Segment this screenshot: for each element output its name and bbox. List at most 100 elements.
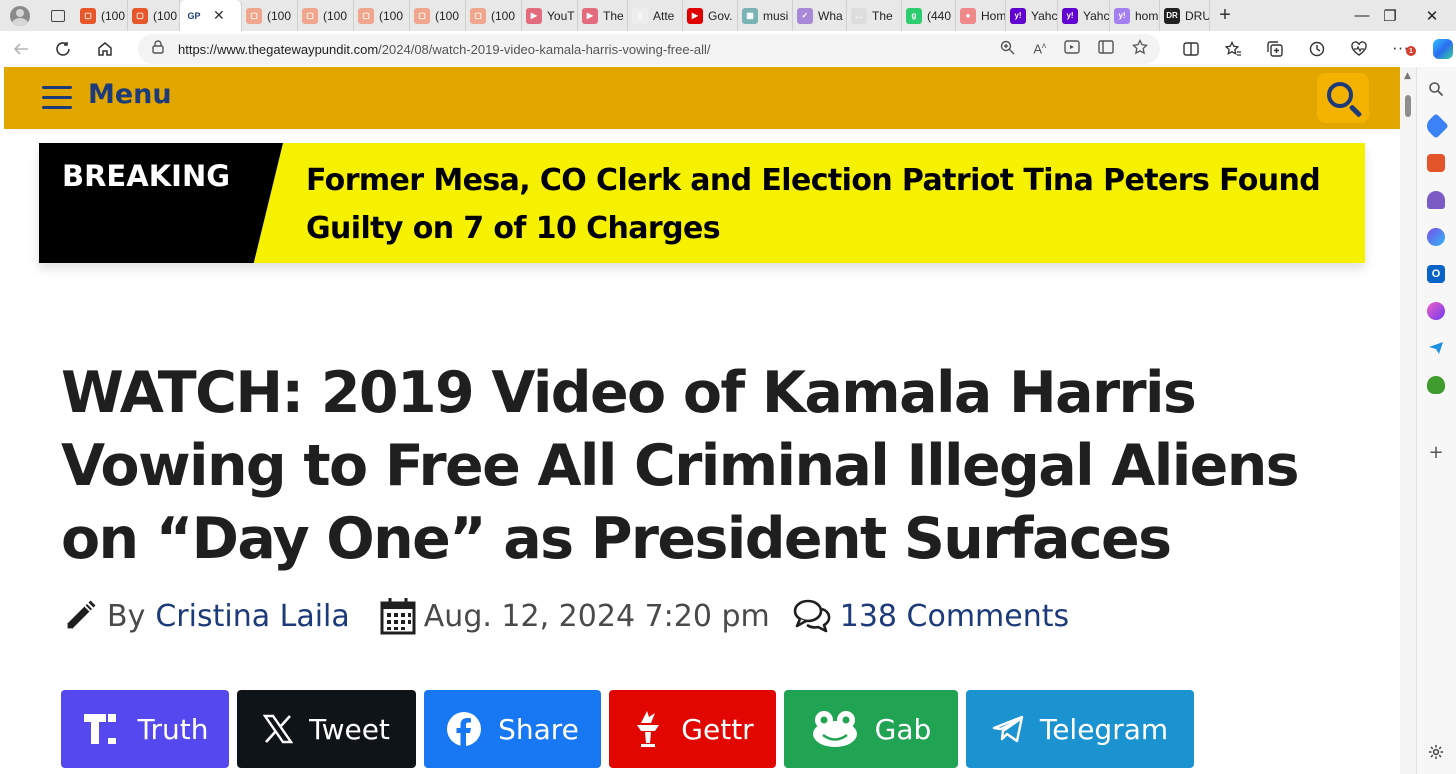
copilot-button[interactable] [1422,31,1456,67]
tab-title: musi [763,8,789,23]
app-available-icon[interactable] [1098,40,1114,58]
tab-title: (100 [491,8,516,23]
tab-title: Atte [653,8,675,23]
share-button-gettr[interactable]: Gettr [609,690,776,768]
address-bar[interactable]: https://www.thegatewaypundit.com/2024/08… [138,34,1160,64]
comments-link[interactable]: 138 Comments [840,599,1069,634]
refresh-icon [56,42,70,56]
browser-tab[interactable]: y! Yahc [1006,0,1058,31]
browser-tab[interactable]: ▢ (100 [128,0,180,31]
tab-favicon-icon: GP [186,7,202,24]
settings-more-button[interactable]: ··· 1 [1380,31,1422,67]
gettr-icon [631,709,665,749]
tools-briefcase-icon[interactable] [1427,154,1445,172]
tab-actions-icon [51,9,65,22]
browser-tab[interactable]: ✓ Wha [793,0,847,31]
notification-badge: 1 [1406,46,1416,56]
browser-tab[interactable]: ▶ Gov. [683,0,738,31]
favorite-star-icon[interactable] [1131,38,1149,59]
history-icon [1309,41,1325,57]
window-close-button[interactable]: ✕ [1412,0,1452,31]
zoom-icon[interactable] [1000,40,1015,59]
tab-title: Hom [981,8,1006,23]
designer-icon[interactable] [1427,302,1445,320]
browser-toolbar: https://www.thegatewaypundit.com/2024/08… [0,31,1456,67]
browser-tab[interactable]: ● Hom [956,0,1006,31]
web-page: Menu BREAKING Former Mesa, CO Clerk and … [0,67,1400,774]
share-button-label: Gab [874,712,932,746]
shopping-tag-icon[interactable] [1423,113,1449,139]
profile-button[interactable] [0,0,40,31]
history-button[interactable] [1296,31,1338,67]
browser-tab[interactable]: … The [847,0,902,31]
breaking-news-banner[interactable]: BREAKING Former Mesa, CO Clerk and Elect… [39,143,1365,263]
tab-title: (100 [101,8,126,23]
breaking-headline-link[interactable]: Former Mesa, CO Clerk and Election Patri… [306,157,1356,253]
games-chess-icon[interactable] [1427,191,1445,209]
sidebar-search-icon[interactable] [1427,80,1445,98]
browser-tab[interactable]: DR DRU [1160,0,1210,31]
tab-title: (100 [153,8,178,23]
tab-favicon-icon: ▶ [687,7,703,24]
add-sidebar-app-icon[interactable]: + [1427,442,1445,463]
article-meta: By Cristina Laila Aug. 12, 2024 7:20 pm … [61,594,1069,638]
new-tab-button[interactable]: + [1210,0,1240,31]
browser-tab[interactable]: ▦ musi [738,0,793,31]
collections-button[interactable] [1254,31,1296,67]
truth-icon [82,712,122,746]
x-icon [263,714,294,744]
tab-favicon-icon: ▶ [582,7,598,24]
home-button[interactable] [84,31,126,67]
collections-icon [1267,41,1283,57]
back-arrow-icon [13,43,28,55]
tree-icon[interactable] [1427,376,1445,394]
copilot-icon [1433,39,1453,59]
byline-prefix: By [107,598,146,634]
tab-list: ▢ (100 ▢ (100 GP ✕ ▢ (100 ▢ (100 ▢ (100 ▢ (100 ▢ (100 ▶ Y… [76,0,1210,31]
tab-favicon-icon: ▦ [742,7,758,24]
share-button-truth[interactable]: Truth [61,690,229,768]
hamburger-menu-icon[interactable] [42,86,72,110]
sidebar-settings-gear-icon[interactable] [1427,743,1445,761]
share-button-tweet[interactable]: Tweet [237,690,416,768]
page-scrollbar[interactable]: ▲ [1400,67,1416,774]
browser-essentials-button[interactable] [1338,31,1380,67]
browser-tab[interactable]: ▶ YouT [522,0,578,31]
share-button-share[interactable]: Share [424,690,601,768]
microsoft-365-icon[interactable] [1427,228,1445,246]
browser-tab[interactable]: GP ✕ [180,0,242,31]
browser-tab[interactable]: ▢ (100 [410,0,466,31]
browser-tab[interactable]: ▶ The [578,0,628,31]
outlook-icon[interactable]: O [1427,265,1445,283]
browser-tab[interactable]: ▢ (100 [298,0,354,31]
author-link[interactable]: Cristina Laila [155,599,349,634]
send-plane-icon[interactable] [1427,339,1445,357]
read-aloud-icon[interactable]: Aʌ [1033,41,1046,56]
browser-tab[interactable]: g (440 [902,0,956,31]
restore-button[interactable]: ❐ [1370,0,1410,31]
url-text: https://www.thegatewaypundit.com/2024/08… [178,41,711,57]
search-button[interactable] [1317,73,1369,123]
tab-title: Wha [818,8,843,23]
browser-tab[interactable]: ▢ (100 [76,0,128,31]
browser-tab[interactable]: ▢ (100 [242,0,298,31]
browser-tab[interactable]: y! Yahc [1058,0,1110,31]
share-button-gab[interactable]: Gab [784,690,958,768]
favorites-button[interactable] [1212,31,1254,67]
browser-tab[interactable]: ▯ Atte [628,0,683,31]
browser-tab[interactable]: y! hom [1110,0,1160,31]
back-button[interactable] [0,31,42,67]
tab-close-icon[interactable]: ✕ [213,7,225,24]
refresh-button[interactable] [42,31,84,67]
tab-title: (100 [435,8,460,23]
browser-tab[interactable]: ▢ (100 [466,0,522,31]
menu-button[interactable]: Menu [88,79,172,110]
tab-actions-button[interactable] [40,0,76,31]
tab-favicon-icon: ▢ [132,7,148,24]
share-button-telegram[interactable]: Telegram [966,690,1194,768]
scroll-up-arrow-icon[interactable]: ▲ [1404,71,1411,81]
immersive-reader-icon[interactable] [1064,40,1080,58]
split-screen-button[interactable] [1170,31,1212,67]
scrollbar-thumb[interactable] [1405,95,1411,117]
browser-tab[interactable]: ▢ (100 [354,0,410,31]
